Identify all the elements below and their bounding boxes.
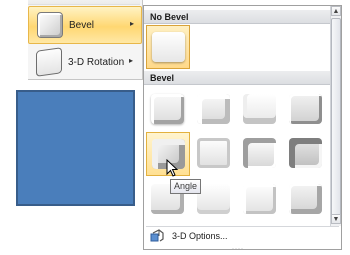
bevel-swatch — [243, 94, 276, 124]
bevel-gallery: No Bevel Bevel ▲ ▼ 3-D Options... ···· — [143, 5, 342, 252]
scroll-down-icon[interactable]: ▼ — [331, 214, 341, 224]
bevel-swatch — [151, 94, 184, 124]
bevel-option-art-deco[interactable] — [284, 178, 328, 222]
3d-options-button[interactable]: 3-D Options... — [146, 228, 339, 244]
bevel-option-convex[interactable] — [238, 132, 282, 176]
menu-item-bevel[interactable]: Bevel ▸ — [28, 6, 142, 44]
bevel-icon — [37, 12, 63, 38]
3d-options-icon — [150, 229, 164, 242]
bevel-option-cross[interactable] — [238, 88, 282, 132]
mouse-cursor-icon — [166, 159, 179, 177]
bevel-swatch — [197, 184, 230, 214]
bevel-swatch — [289, 138, 322, 168]
menu-item-label: Bevel — [69, 20, 95, 31]
menu-item-partial[interactable] — [28, 0, 140, 5]
selected-shape[interactable] — [16, 90, 135, 206]
3d-rotation-icon — [36, 47, 62, 77]
menu-item-label: 3-D Rotation — [68, 57, 125, 68]
bevel-swatch — [243, 138, 276, 168]
divider — [146, 226, 339, 227]
format-shape-menu: Bevel ▸ 3-D Rotation ▸ — [28, 0, 143, 80]
section-header-no-bevel: No Bevel — [144, 10, 330, 24]
scroll-thumb[interactable] — [331, 18, 341, 216]
bevel-option-cool-slant[interactable] — [284, 88, 328, 132]
3d-options-label: 3-D Options... — [172, 231, 228, 241]
tooltip: Angle — [170, 179, 202, 194]
section-header-bevel: Bevel — [144, 71, 330, 85]
no-bevel-swatch — [152, 32, 185, 62]
bevel-option-circle[interactable] — [146, 88, 190, 132]
resize-grip-icon[interactable]: ···· — [232, 246, 244, 252]
menu-item-3d-rotation[interactable]: 3-D Rotation ▸ — [28, 44, 140, 80]
submenu-arrow-icon: ▸ — [129, 56, 134, 65]
bevel-swatch — [197, 138, 230, 168]
bevel-option-slope[interactable] — [284, 132, 328, 176]
bevel-swatch — [289, 94, 322, 124]
bevel-swatch — [243, 184, 276, 214]
bevel-option-no-bevel[interactable] — [146, 25, 190, 69]
bevel-option-relaxed-inset[interactable] — [192, 88, 236, 132]
bevel-swatch — [289, 184, 322, 214]
submenu-arrow-icon: ▸ — [130, 19, 135, 28]
bevel-option-hard-edge[interactable] — [238, 178, 282, 222]
bevel-option-soft-round[interactable] — [192, 132, 236, 176]
bevel-swatch — [197, 94, 230, 124]
scroll-up-icon[interactable]: ▲ — [331, 6, 341, 16]
gallery-scrollbar[interactable]: ▲ ▼ — [330, 6, 341, 226]
